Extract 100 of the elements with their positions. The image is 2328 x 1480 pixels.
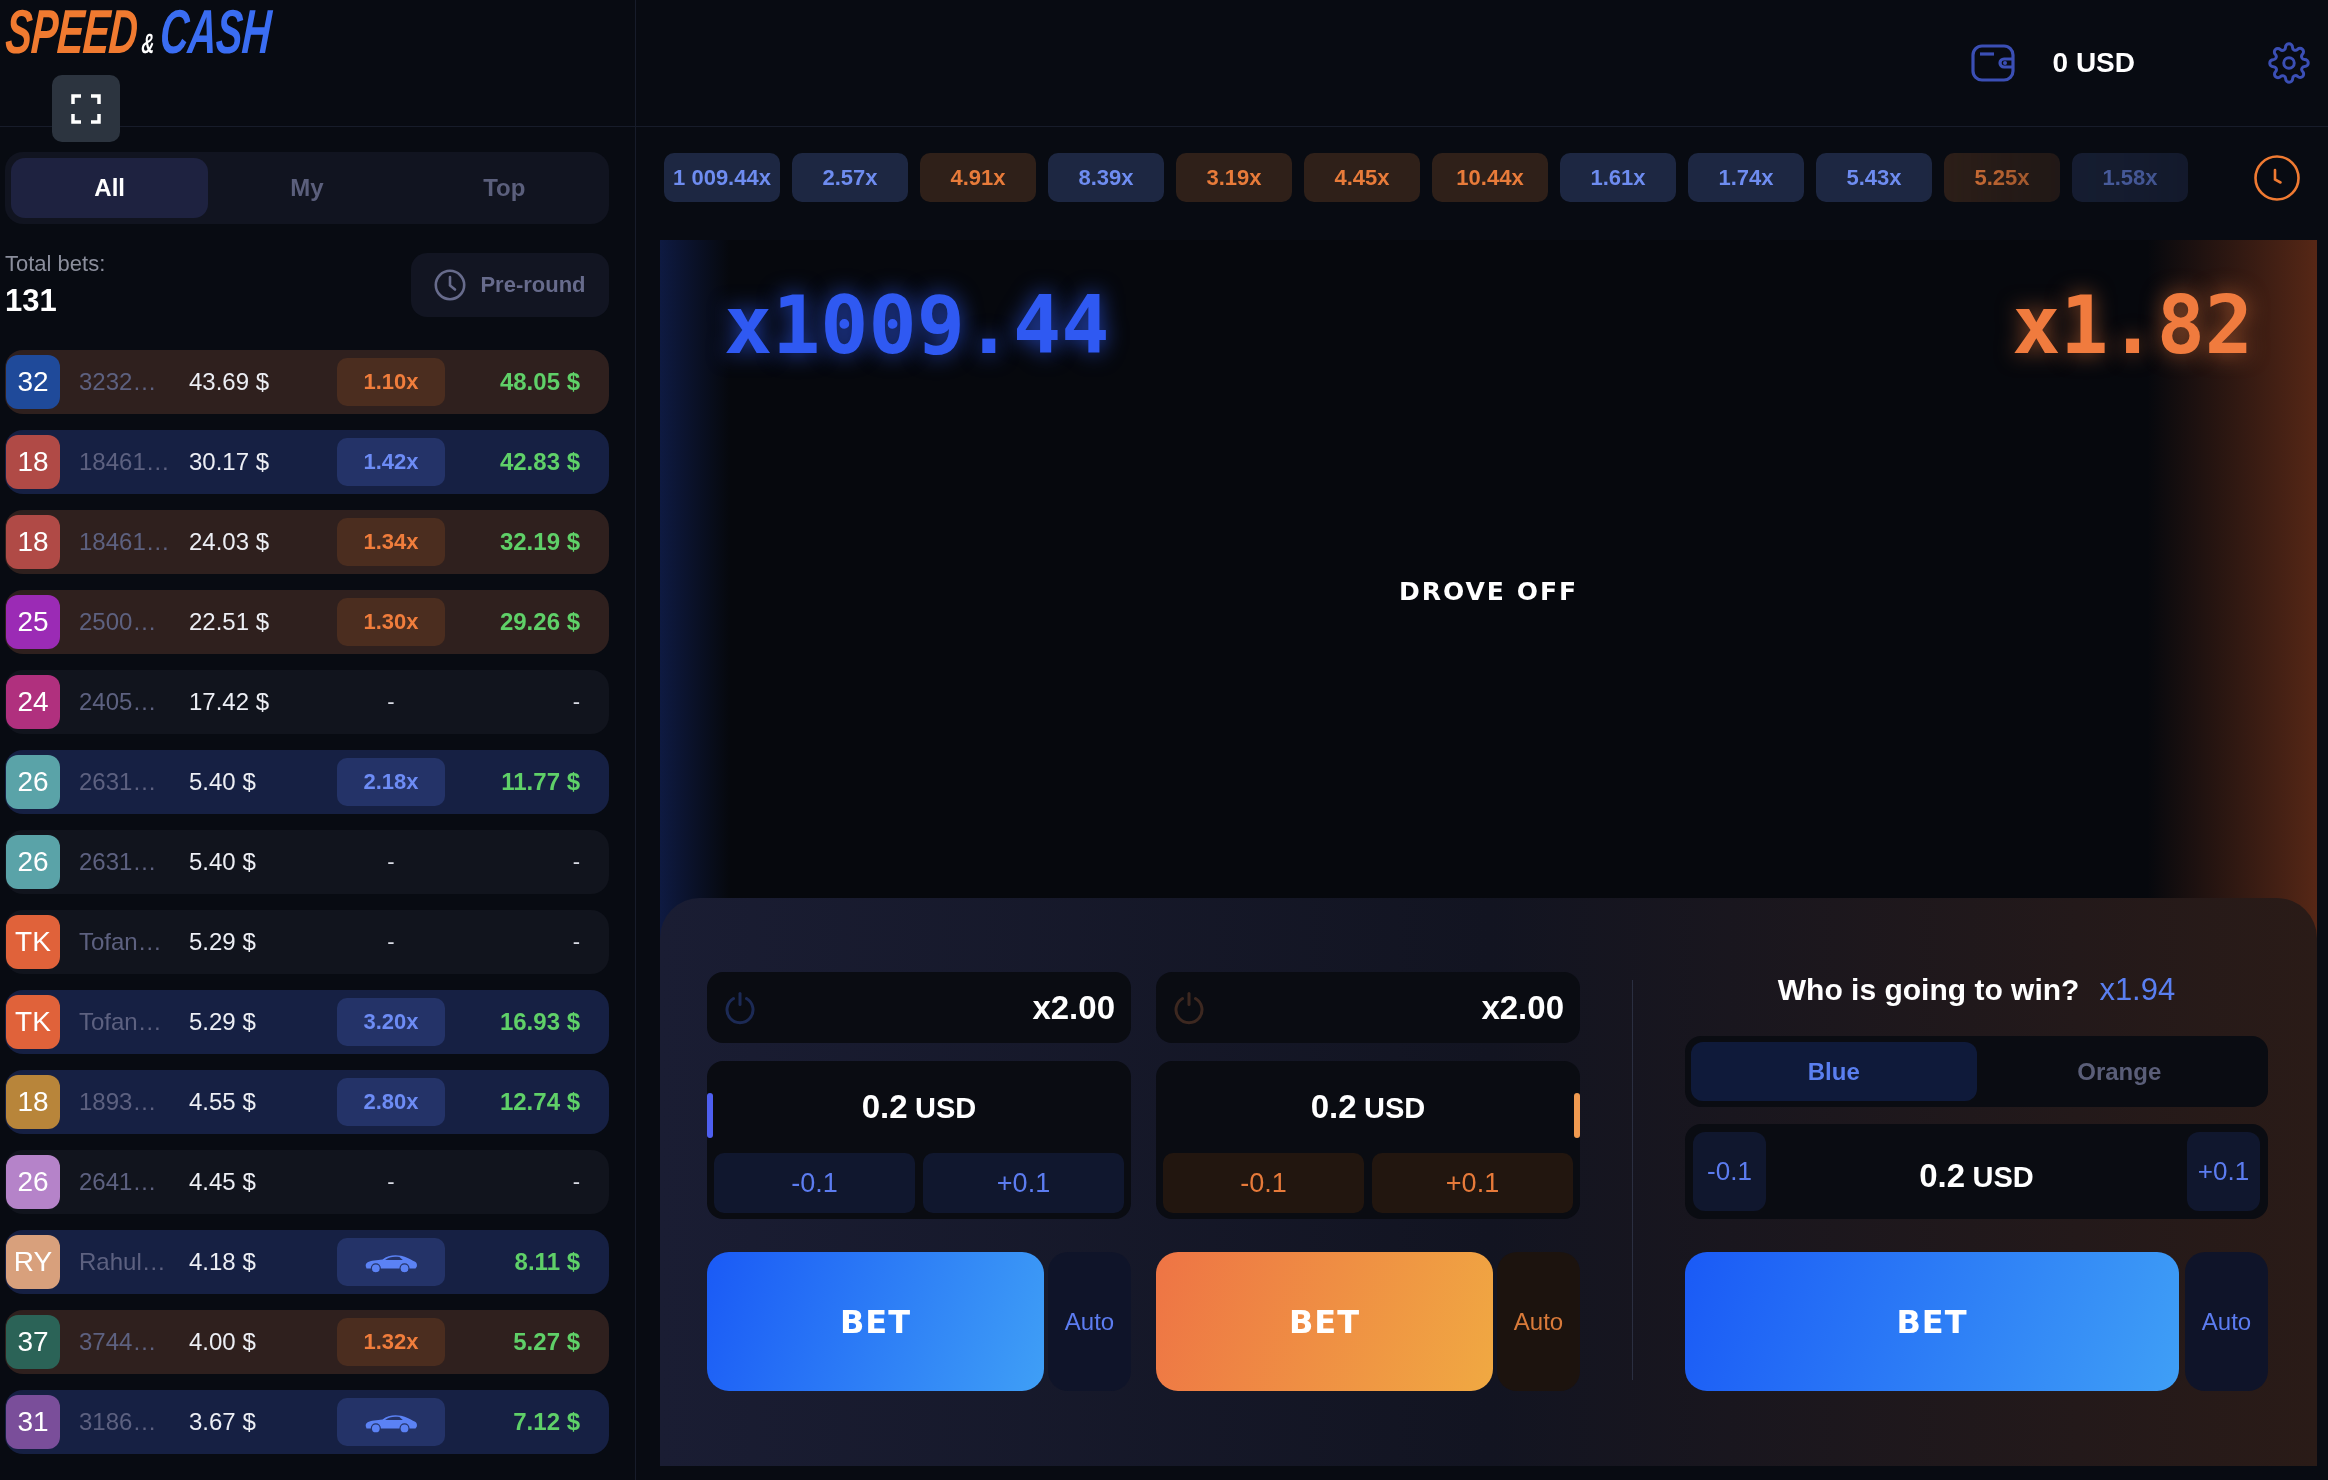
- player-avatar: 26: [6, 1155, 60, 1209]
- bet-amount-field[interactable]: 0.2 USD -0.1 +0.1: [707, 1061, 1131, 1219]
- history-multiplier: 4.45x: [1304, 153, 1420, 202]
- bet-amount: 22.51 $: [189, 608, 270, 636]
- round-status: DROVE OFF: [1398, 577, 1579, 606]
- win-amount: 32.19 $: [499, 528, 580, 556]
- player-avatar: 18: [6, 435, 60, 489]
- history-multiplier: 1.61x: [1560, 153, 1676, 202]
- pre-round-button[interactable]: Pre-round: [411, 253, 609, 317]
- win-amount: -: [572, 929, 580, 955]
- history-multiplier: 1 009.44x: [664, 153, 780, 202]
- settings-icon[interactable]: [2268, 42, 2310, 84]
- player-avatar: RY: [6, 1235, 60, 1289]
- multiplier-badge: 1.32x: [337, 1318, 445, 1366]
- multiplier-badge: 1.30x: [337, 598, 445, 646]
- win-amount: -: [572, 689, 580, 715]
- decrease-button[interactable]: -0.1: [1163, 1153, 1364, 1213]
- player-name: 18461…: [79, 528, 170, 556]
- bet-amount: 43.69 $: [189, 368, 270, 396]
- player-name: 2631…: [79, 848, 157, 876]
- player-avatar: TK: [6, 995, 60, 1049]
- multiplier-badge: 3.20x: [337, 998, 445, 1046]
- multiplier-badge: 1.42x: [337, 438, 445, 486]
- multiplier-text: -: [387, 849, 395, 875]
- bet-amount: 4.55 $: [189, 1088, 256, 1116]
- bets-tab[interactable]: All: [11, 158, 209, 218]
- player-avatar: TK: [6, 915, 60, 969]
- multiplier-badge: 2.80x: [337, 1078, 445, 1126]
- history-multiplier: 1.74x: [1688, 153, 1804, 202]
- prediction-odds: x1.94: [2099, 972, 2176, 1008]
- decrease-button[interactable]: -0.1: [714, 1153, 915, 1213]
- player-avatar: 18: [6, 1075, 60, 1129]
- fullscreen-icon: [71, 93, 101, 124]
- multiplier-badge: 1.34x: [337, 518, 445, 566]
- bet-amount: 5.40 $: [189, 848, 256, 876]
- prediction-question: Who is going to win?: [1777, 973, 2080, 1007]
- race-multiplier: x1009.44: [724, 278, 1110, 374]
- auto-button[interactable]: Auto: [1048, 1252, 1131, 1391]
- bet-button[interactable]: BET: [1156, 1252, 1493, 1391]
- bet-button[interactable]: BET: [1685, 1252, 2179, 1391]
- race-multiplier: x1.82: [2012, 278, 2253, 374]
- bar-marker-icon: [1574, 1093, 1580, 1138]
- fullscreen-button[interactable]: [52, 75, 120, 142]
- player-name: 18461…: [79, 448, 170, 476]
- player-avatar: 18: [6, 515, 60, 569]
- bets-tab[interactable]: Top: [405, 158, 603, 218]
- player-avatar: 26: [6, 835, 60, 889]
- team-tab[interactable]: Blue: [1691, 1042, 1977, 1101]
- wallet-icon[interactable]: [1970, 44, 2015, 82]
- history-multiplier: 4.91x: [920, 153, 1036, 202]
- stake-amount: 0.2 USD: [1919, 1156, 2034, 1195]
- decrease-button[interactable]: -0.1: [1693, 1132, 1766, 1211]
- total-bets-label: Total bets:: [5, 251, 106, 277]
- bet-amount: 30.17 $: [189, 448, 270, 476]
- player-name: Rahul…: [79, 1248, 166, 1276]
- bet-amount: 4.45 $: [189, 1168, 256, 1196]
- bet-amount: 4.18 $: [189, 1248, 256, 1276]
- auto-cashout-field[interactable]: x2.00: [707, 972, 1131, 1043]
- increase-button[interactable]: +0.1: [2187, 1132, 2260, 1211]
- win-amount: 5.27 $: [513, 1328, 580, 1356]
- history-multiplier: 3.19x: [1176, 153, 1292, 202]
- team-tab[interactable]: Orange: [1976, 1042, 2262, 1101]
- clock-icon[interactable]: [2254, 155, 2300, 201]
- win-amount: -: [572, 849, 580, 875]
- history-multiplier: 2.57x: [792, 153, 908, 202]
- bet-amount: 24.03 $: [189, 528, 270, 556]
- win-amount: 11.77 $: [501, 768, 580, 796]
- bet-amount: 4.00 $: [189, 1328, 256, 1356]
- win-amount: 16.93 $: [499, 1008, 580, 1036]
- player-name: 2631…: [79, 768, 157, 796]
- player-name: 3186…: [79, 1408, 157, 1436]
- balance-amount: 0 USD: [2052, 47, 2135, 79]
- win-amount: 48.05 $: [499, 368, 580, 396]
- bet-button[interactable]: BET: [707, 1252, 1044, 1391]
- win-amount: 7.12 $: [513, 1408, 580, 1436]
- bet-amount: 5.29 $: [189, 928, 256, 956]
- bet-amount: 3.67 $: [189, 1408, 256, 1436]
- logo: SPEED&CASH: [3, 1, 273, 63]
- bet-amount-field[interactable]: 0.2 USD -0.1 +0.1: [1156, 1061, 1580, 1219]
- multiplier-badge: 1.10x: [337, 358, 445, 406]
- bets-tab[interactable]: My: [208, 158, 406, 218]
- bet-amount-field[interactable]: -0.1 0.2 USD +0.1: [1685, 1124, 2268, 1219]
- player-name: 2641…: [79, 1168, 157, 1196]
- stake-amount: 0.2 USD: [1310, 1088, 1426, 1126]
- increase-button[interactable]: +0.1: [923, 1153, 1124, 1213]
- total-bets-count: 131: [5, 283, 57, 319]
- auto-button[interactable]: Auto: [1497, 1252, 1580, 1391]
- history-multiplier: 5.25x: [1944, 153, 2060, 202]
- auto-button[interactable]: Auto: [2185, 1252, 2268, 1391]
- player-name: 2500…: [79, 608, 157, 636]
- win-amount: -: [572, 1169, 580, 1195]
- player-avatar: 25: [6, 595, 60, 649]
- stake-amount: 0.2 USD: [861, 1088, 977, 1126]
- history-multiplier: 5.43x: [1816, 153, 1932, 202]
- win-amount: 29.26 $: [499, 608, 580, 636]
- player-avatar: 26: [6, 755, 60, 809]
- auto-cashout-field[interactable]: x2.00: [1156, 972, 1580, 1043]
- increase-button[interactable]: +0.1: [1372, 1153, 1573, 1213]
- multiplier-text: -: [387, 929, 395, 955]
- bar-marker-icon: [707, 1093, 713, 1138]
